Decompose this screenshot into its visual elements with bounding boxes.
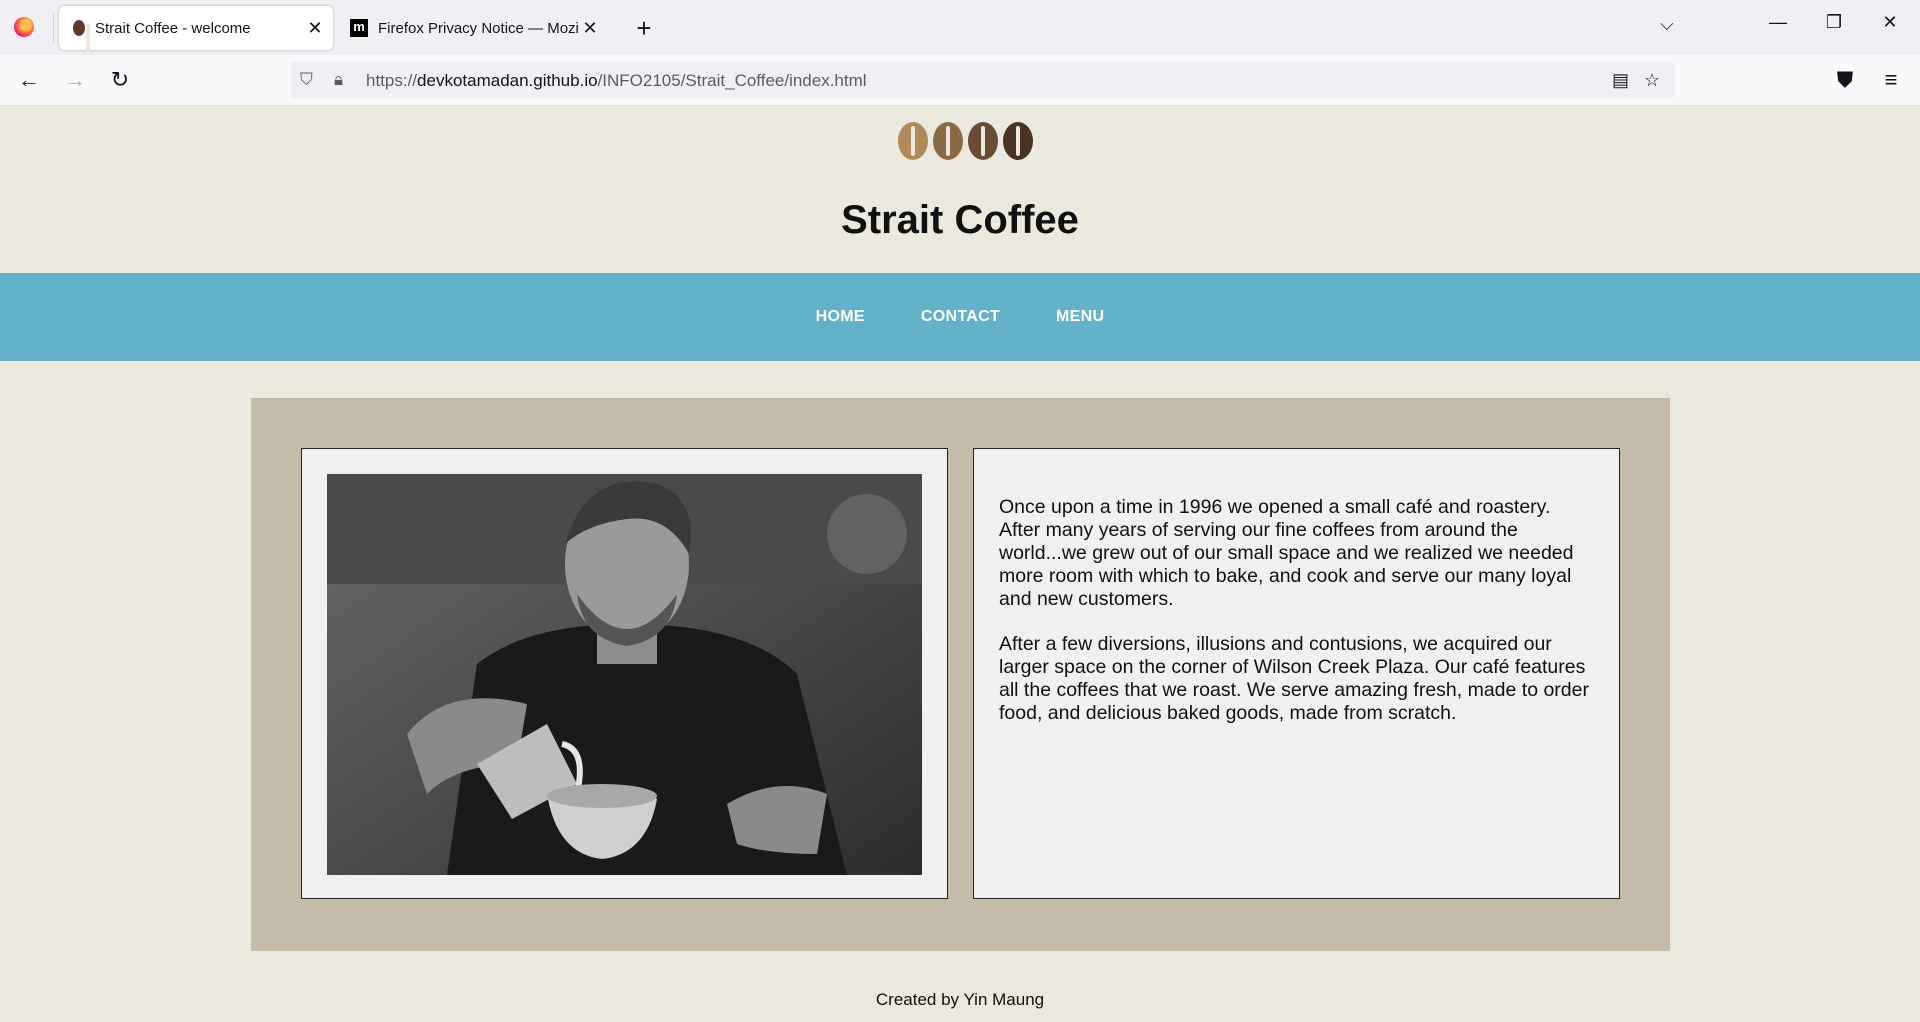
site-title: Strait Coffee	[841, 198, 1079, 242]
shield-icon[interactable]: ⛉	[300, 70, 313, 90]
story-paragraph-1: Once upon a time in 1996 we opened a sma…	[999, 496, 1574, 610]
reader-view-icon[interactable]: ▤	[1612, 70, 1629, 91]
tab-firefox-privacy[interactable]: m Firefox Privacy Notice — Mozilla ✕	[340, 6, 608, 50]
close-tab-icon[interactable]: ✕	[303, 18, 327, 39]
forward-arrow-icon[interactable]: →	[60, 65, 90, 95]
close-tab-icon[interactable]: ✕	[578, 18, 602, 39]
story-card: Once upon a time in 1996 we opened a sma…	[973, 448, 1620, 899]
pocket-icon[interactable]: ⛊	[1830, 65, 1860, 95]
tab-title: Firefox Privacy Notice — Mozilla	[378, 19, 578, 37]
url-scheme: https://	[366, 71, 418, 90]
tab-title: Strait Coffee - welcome	[95, 19, 251, 37]
bean-2	[933, 122, 963, 160]
bookmark-star-icon[interactable]: ☆	[1644, 70, 1660, 91]
app-menu-icon[interactable]: ≡	[1876, 65, 1906, 95]
url-path: /INFO2105/Strait_Coffee/index.html	[597, 71, 867, 90]
minimize-icon[interactable]: —	[1756, 12, 1800, 33]
url-text[interactable]: https://devkotamadan.github.io/INFO2105/…	[366, 71, 867, 91]
nav-menu-link[interactable]: MENU	[1056, 308, 1104, 326]
footer-credit: Created by Yin Maung	[875, 990, 1045, 1009]
coffee-beans-logo-icon	[898, 122, 1033, 160]
restore-icon[interactable]: ❐	[1812, 12, 1856, 33]
address-bar[interactable]: ⛉ 🔒︎ https://devkotamadan.github.io/INFO…	[290, 62, 1674, 98]
back-arrow-icon[interactable]: ←	[14, 65, 44, 95]
bean-4	[1003, 122, 1033, 160]
story-paragraph-2: After a few diversions, illusions and co…	[999, 633, 1589, 724]
image-card	[301, 448, 948, 899]
barista-photo	[327, 474, 922, 875]
close-window-icon[interactable]: ✕	[1868, 12, 1912, 33]
firefox-logo-icon[interactable]	[14, 17, 34, 37]
web-page: Strait Coffee HOME CONTACT MENU Once upo…	[0, 106, 1920, 1022]
bean-3	[968, 122, 998, 160]
tab-strait-coffee[interactable]: Strait Coffee - welcome ✕	[59, 6, 333, 54]
mozilla-favicon-icon: m	[350, 19, 368, 37]
url-host: devkotamadan.github.io	[417, 71, 598, 90]
nav-contact-link[interactable]: CONTACT	[921, 308, 1000, 326]
lock-icon[interactable]: 🔒︎	[334, 70, 343, 90]
main-navigation: HOME CONTACT MENU	[0, 273, 1920, 361]
navigation-toolbar: ← → ↻ ⛉ 🔒︎ https://devkotamadan.github.i…	[0, 55, 1920, 106]
content-section: Once upon a time in 1996 we opened a sma…	[251, 398, 1670, 951]
new-tab-icon[interactable]: +	[630, 13, 658, 44]
reload-icon[interactable]: ↻	[105, 65, 135, 95]
coffee-bean-favicon-icon	[73, 20, 90, 54]
nav-home-link[interactable]: HOME	[816, 308, 865, 326]
tab-list-chevron-icon[interactable]: ⌵	[1660, 14, 1674, 35]
tab-separator	[53, 14, 54, 42]
tab-bar: Strait Coffee - welcome ✕ m Firefox Priv…	[0, 0, 1920, 55]
bean-1	[898, 122, 928, 160]
